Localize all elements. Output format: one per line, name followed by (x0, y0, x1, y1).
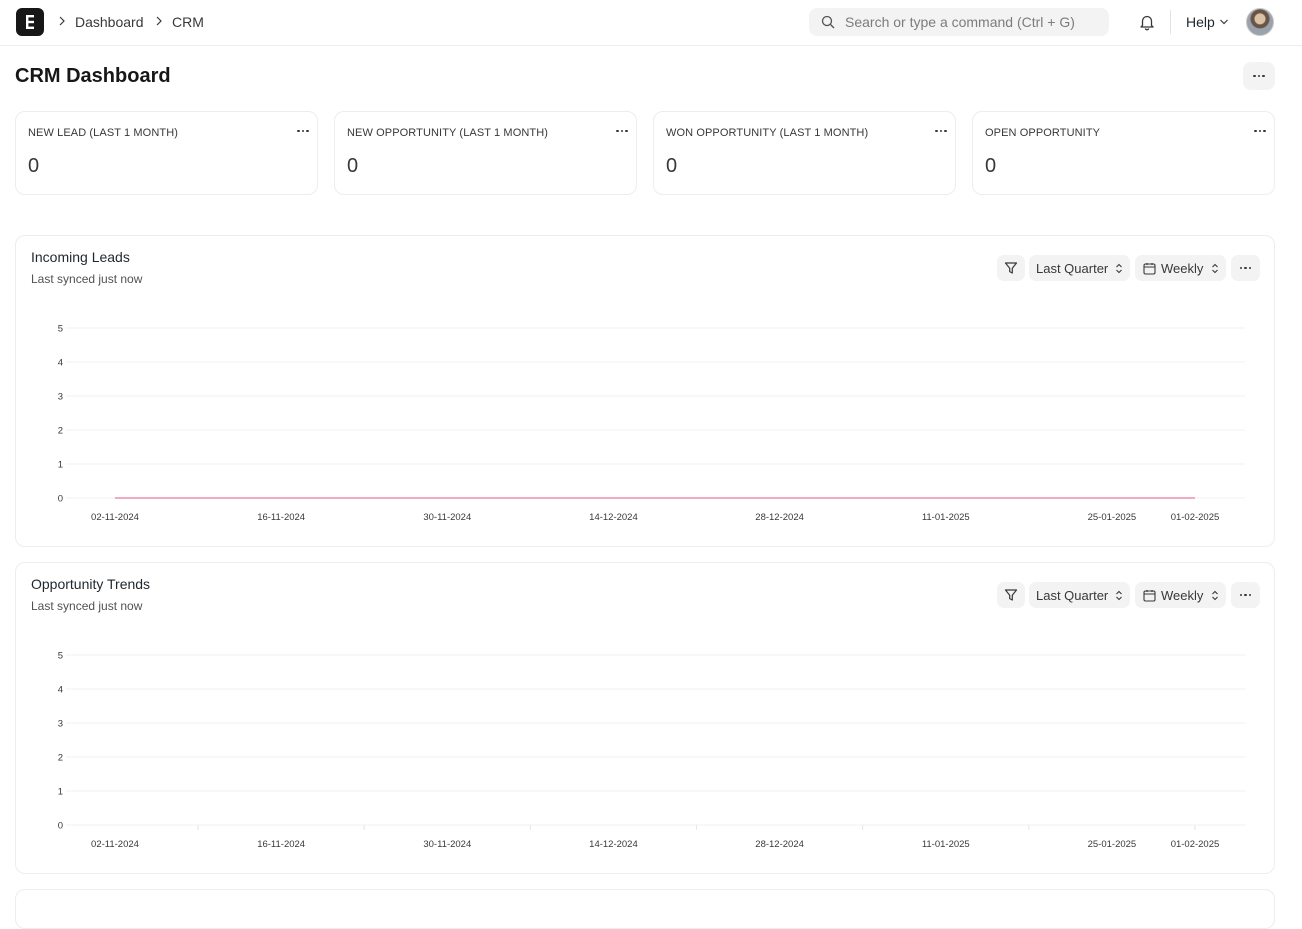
x-tick-label: 02-11-2024 (91, 839, 139, 850)
x-tick-label: 11-01-2025 (922, 839, 970, 850)
chart-widget-opportunity-trends: Opportunity Trends Last synced just now … (15, 562, 1275, 874)
y-tick-label: 0 (58, 821, 63, 832)
y-tick-label: 5 (58, 324, 63, 335)
more-horizontal-icon (614, 124, 630, 138)
y-tick-label: 2 (58, 753, 63, 764)
x-tick-label: 02-11-2024 (91, 512, 139, 523)
card-value: 0 (985, 155, 996, 178)
incoming-leads-chart: 0 1 2 3 4 5 02-11-2024 16-11-2024 30-11-2024 14-1… (16, 236, 1274, 546)
y-tick-label: 5 (58, 651, 63, 662)
x-tick-label: 11-01-2025 (922, 512, 970, 523)
x-tick-label: 30-11-2024 (423, 839, 471, 850)
logo-icon (16, 8, 44, 36)
search-input[interactable] (845, 8, 1101, 36)
top-navbar: Dashboard CRM Help (0, 0, 1302, 46)
more-horizontal-icon (295, 124, 311, 138)
opportunity-trends-chart: 0 1 2 3 4 5 02-11-2024 16-11-2024 30-11-2024 14-1… (16, 563, 1274, 873)
y-tick-label: 3 (58, 392, 63, 403)
app-logo[interactable] (16, 8, 44, 36)
x-tick-label: 25-01-2025 (1088, 512, 1137, 523)
search-bar[interactable] (809, 8, 1109, 36)
card-menu-button[interactable] (295, 124, 311, 138)
number-card-new-lead[interactable]: NEW LEAD (LAST 1 MONTH) 0 (15, 111, 318, 195)
y-tick-label: 1 (58, 787, 63, 798)
y-tick-label: 0 (58, 494, 63, 505)
number-card-won-opportunity[interactable]: WON OPPORTUNITY (LAST 1 MONTH) 0 (653, 111, 956, 195)
x-tick-label: 30-11-2024 (423, 512, 471, 523)
card-menu-button[interactable] (1252, 124, 1268, 138)
y-tick-label: 1 (58, 460, 63, 471)
navbar-divider (1170, 10, 1171, 34)
user-avatar[interactable] (1246, 8, 1274, 36)
x-tick-label: 16-11-2024 (257, 512, 305, 523)
more-horizontal-icon (933, 124, 949, 138)
notification-bell-icon[interactable] (1138, 13, 1156, 31)
chart-widget-partial (15, 889, 1275, 929)
chevron-right-icon (57, 14, 67, 28)
card-label: NEW OPPORTUNITY (LAST 1 MONTH) (347, 127, 548, 139)
breadcrumb-crm[interactable]: CRM (172, 14, 204, 30)
x-tick-label: 14-12-2024 (589, 512, 638, 523)
page-actions-button[interactable] (1243, 62, 1275, 90)
x-tick-label: 25-01-2025 (1088, 839, 1137, 850)
y-tick-label: 3 (58, 719, 63, 730)
more-horizontal-icon (1252, 124, 1268, 138)
number-card-open-opportunity[interactable]: OPEN OPPORTUNITY 0 (972, 111, 1275, 195)
card-value: 0 (666, 155, 677, 178)
x-tick-label: 16-11-2024 (257, 839, 305, 850)
card-menu-button[interactable] (614, 124, 630, 138)
card-menu-button[interactable] (933, 124, 949, 138)
y-tick-label: 2 (58, 426, 63, 437)
y-tick-label: 4 (58, 685, 63, 696)
x-tick-label: 28-12-2024 (755, 512, 804, 523)
more-horizontal-icon (1243, 62, 1275, 90)
page-title: CRM Dashboard (15, 65, 171, 88)
card-value: 0 (347, 155, 358, 178)
card-label: NEW LEAD (LAST 1 MONTH) (28, 127, 178, 139)
chevron-right-icon (154, 14, 164, 28)
help-menu[interactable]: Help (1186, 14, 1215, 30)
search-icon (821, 15, 835, 29)
x-tick-label: 01-02-2025 (1171, 839, 1220, 850)
chart-widget-incoming-leads: Incoming Leads Last synced just now Last… (15, 235, 1275, 547)
x-tick-label: 28-12-2024 (755, 839, 804, 850)
breadcrumb-dashboard[interactable]: Dashboard (75, 14, 144, 30)
y-tick-label: 4 (58, 358, 63, 369)
card-value: 0 (28, 155, 39, 178)
card-label: OPEN OPPORTUNITY (985, 127, 1100, 139)
number-card-new-opportunity[interactable]: NEW OPPORTUNITY (LAST 1 MONTH) 0 (334, 111, 637, 195)
chevron-down-icon[interactable] (1219, 18, 1229, 26)
x-tick-label: 14-12-2024 (589, 839, 638, 850)
x-tick-label: 01-02-2025 (1171, 512, 1220, 523)
card-label: WON OPPORTUNITY (LAST 1 MONTH) (666, 127, 868, 139)
